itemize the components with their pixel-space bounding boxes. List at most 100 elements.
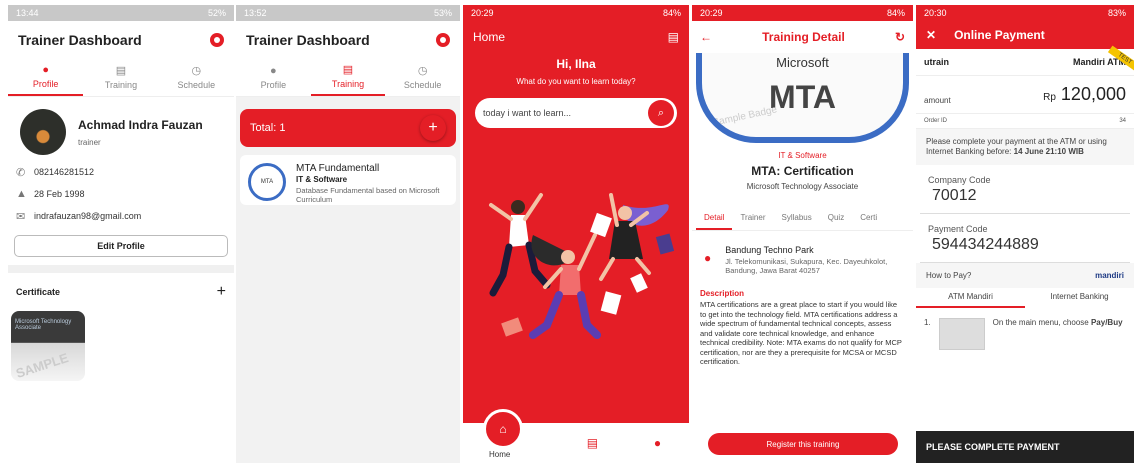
birthdate-row: ▲ 28 Feb 1998: [8, 183, 234, 205]
tab-training[interactable]: ▤ Training: [310, 59, 386, 96]
step-strong: Pay/Buy: [1090, 318, 1123, 327]
illustration-book: [501, 317, 523, 337]
course-card[interactable]: MTA MTA Fundamentall IT & Software Datab…: [240, 155, 456, 205]
search-bar[interactable]: today i want to learn... ⌕: [475, 98, 677, 128]
search-icon[interactable]: ⌕: [648, 100, 674, 126]
location-name: Bandung Techno Park: [725, 245, 814, 255]
trainer-dashboard-training-screen: 13:52 53% Trainer Dashboard ● Profile ▤ Tr…: [236, 5, 460, 463]
app-bar: Trainer Dashboard: [8, 21, 234, 59]
app-bar: Trainer Dashboard: [236, 21, 460, 59]
course-description: Database Fundamental based on Microsoft …: [296, 186, 440, 204]
menu-icon[interactable]: ▤: [668, 30, 679, 44]
avatar: [20, 109, 66, 155]
gear-icon[interactable]: [436, 33, 450, 47]
step-text-group: On the main menu, choose Pay/Buy: [993, 318, 1123, 350]
course-title: MTA: Certification: [751, 164, 854, 178]
book-icon: ▤: [342, 63, 354, 76]
payment-code-value: 594434244889: [920, 234, 1130, 263]
status-battery: 84%: [662, 8, 681, 18]
amount-currency: Rp: [1043, 92, 1056, 103]
refresh-icon[interactable]: ↻: [895, 30, 905, 44]
page-title: Online Payment: [954, 28, 1045, 42]
amount-label: amount: [924, 96, 951, 105]
status-time: 13:52: [244, 8, 267, 18]
detail-tabs: Detail Trainer Syllabus Quiz Certi: [692, 209, 913, 231]
add-training-button[interactable]: +: [420, 115, 446, 141]
tab-bar: ● Profile ▤ Training ◷ Schedule: [236, 59, 460, 97]
tab-trainer[interactable]: Trainer: [732, 209, 773, 230]
phone-row: ✆ 082146281512: [8, 161, 234, 183]
online-payment-screen: 20:30 83% ✕ Online Payment utrain Mandir…: [916, 5, 1134, 463]
page-title: Trainer Dashboard: [18, 32, 142, 48]
status-bar: 20:29 84%: [463, 5, 689, 21]
certificate-header: Certificate +: [8, 273, 234, 311]
amount-value: 120,000: [1060, 84, 1126, 104]
tab-label: Training: [104, 79, 138, 90]
tab-schedule[interactable]: ◷ Schedule: [159, 59, 234, 96]
order-label: Order ID: [924, 118, 948, 124]
add-certificate-button[interactable]: +: [217, 283, 226, 301]
illustration-book: [655, 233, 675, 255]
close-icon[interactable]: ✕: [926, 28, 936, 42]
badge-brand: Microsoft: [776, 55, 829, 70]
tab-label: Training: [331, 78, 365, 89]
status-bar: 13:44 52%: [8, 5, 234, 21]
tab-profile[interactable]: ● Profile: [8, 59, 84, 96]
certificate-title: Certificate: [16, 287, 61, 297]
nav-home-label: Home: [489, 450, 511, 459]
person-icon[interactable]: ●: [654, 436, 661, 450]
app-bar: ✕ Online Payment: [916, 21, 1134, 49]
status-bar: 13:52 53%: [236, 5, 460, 21]
description-heading: Description: [700, 289, 745, 298]
order-id: 34: [1119, 118, 1126, 124]
book-icon[interactable]: ▤: [587, 436, 598, 450]
tab-profile[interactable]: ● Profile: [236, 59, 311, 96]
email-value: indrafauzan98@gmail.com: [34, 211, 142, 221]
page-title: Home: [473, 30, 506, 44]
illustration-paper: [630, 273, 648, 293]
step-illustration: [938, 318, 985, 350]
back-arrow-icon[interactable]: ←: [700, 30, 712, 44]
tab-quiz[interactable]: Quiz: [820, 209, 852, 230]
status-bar: 20:29 84%: [692, 5, 913, 21]
phone-value: 082146281512: [34, 167, 95, 177]
tab-internet-banking[interactable]: Internet Banking: [1025, 288, 1134, 308]
home-icon[interactable]: ⌂: [483, 409, 523, 449]
location-address: Jl. Telekomunikasi, Sukapura, Kec. Dayeu…: [725, 257, 888, 275]
book-icon: ▤: [115, 64, 127, 77]
tab-training[interactable]: ▤ Training: [83, 59, 158, 96]
mandiri-logo: mandiri: [1095, 271, 1124, 280]
tab-schedule[interactable]: ◷ Schedule: [385, 59, 460, 96]
tab-atm-mandiri[interactable]: ATM Mandiri: [916, 288, 1025, 308]
course-subtitle: Microsoft Technology Associate: [746, 182, 859, 191]
clock-icon: ◷: [417, 64, 428, 77]
complete-payment-button[interactable]: PLEASE COMPLETE PAYMENT: [916, 431, 1134, 463]
tab-label: Schedule: [403, 79, 442, 90]
status-time: 20:29: [700, 8, 723, 18]
phone-icon: ✆: [16, 166, 26, 179]
register-button[interactable]: Register this training: [708, 433, 898, 455]
total-bar: Total: 1 +: [240, 109, 456, 147]
certificate-thumbnail[interactable]: Microsoft Technology Associate SAMPLE: [11, 311, 85, 381]
illustration-person-center: [529, 233, 601, 339]
course-category: IT & Software: [778, 151, 827, 160]
tab-bar: ● Profile ▤ Training ◷ Schedule: [8, 59, 234, 97]
edit-profile-button[interactable]: Edit Profile: [14, 235, 228, 257]
tab-syllabus[interactable]: Syllabus: [774, 209, 820, 230]
course-category: IT & Software: [296, 175, 348, 184]
notice-deadline: 14 June 21:10 WIB: [1013, 147, 1084, 156]
location-block: ● Bandung Techno Park Jl. Telekomunikasi…: [692, 231, 913, 283]
search-input[interactable]: today i want to learn...: [483, 108, 571, 118]
jumping-people-illustration: [489, 193, 675, 339]
tab-certificate[interactable]: Certi: [852, 209, 885, 230]
status-bar: 20:30 83%: [916, 5, 1134, 21]
payment-notice: Please complete your payment at the ATM …: [916, 129, 1134, 165]
step-text: On the main menu, choose: [992, 318, 1089, 327]
gear-icon[interactable]: [210, 33, 224, 47]
total-count: Total: 1: [250, 122, 286, 134]
status-battery: 83%: [1107, 8, 1126, 18]
tab-detail[interactable]: Detail: [696, 209, 733, 230]
order-row: Order ID 34: [916, 114, 1134, 129]
company-code-label: Company Code: [928, 175, 991, 185]
user-name: Achmad Indra Fauzan: [78, 117, 203, 132]
